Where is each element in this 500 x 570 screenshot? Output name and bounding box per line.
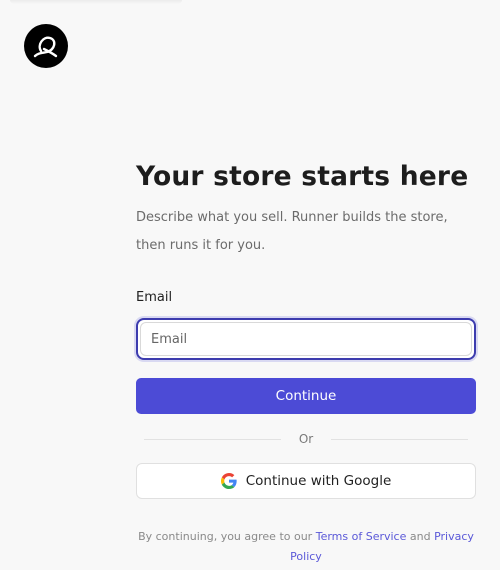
- logo-mark-icon: [33, 36, 58, 58]
- divider-text: Or: [298, 432, 314, 446]
- google-icon: [220, 473, 237, 489]
- divider-line-right: [331, 438, 469, 440]
- terms-and: and: [409, 530, 431, 543]
- continue-with-google-button[interactable]: Continue with Google: [136, 463, 476, 499]
- email-input[interactable]: [140, 322, 472, 356]
- sign-up-form: Your store starts here Describe what you…: [136, 158, 476, 567]
- page-subtitle: Describe what you sell. Runner builds th…: [136, 210, 448, 253]
- or-divider: Or: [136, 430, 476, 448]
- sign-up-page: Your store starts here Describe what you…: [0, 0, 500, 570]
- email-label: Email: [136, 290, 173, 305]
- top-edge-shadow: [10, 0, 182, 4]
- terms-of-service-link[interactable]: Terms of Service: [316, 530, 407, 543]
- terms-notice: By continuing, you agree to our Terms of…: [136, 527, 476, 567]
- google-button-label: Continue with Google: [245, 473, 392, 489]
- runner-logo-icon[interactable]: [24, 24, 68, 68]
- page-title: Your store starts here: [136, 161, 469, 192]
- divider-line-left: [144, 438, 281, 440]
- continue-button[interactable]: Continue: [136, 378, 476, 414]
- email-field-focus-ring: [136, 318, 476, 360]
- terms-prefix: By continuing, you agree to our: [138, 530, 313, 543]
